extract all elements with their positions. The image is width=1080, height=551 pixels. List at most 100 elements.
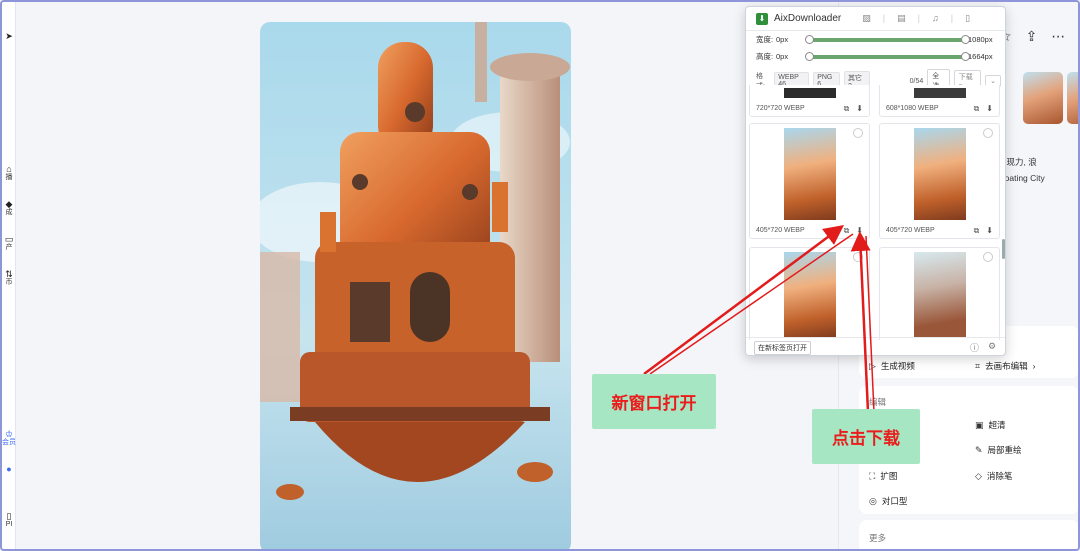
image-card[interactable]: 405*720 WEBP ⧉ ⬇	[749, 123, 870, 239]
video-tab-icon[interactable]: ▤	[896, 13, 907, 24]
top-actions: ☆ ⇪ ⋯	[999, 28, 1065, 45]
download-icon[interactable]: ⬇	[856, 104, 863, 114]
canvas-edit-label: 去画布编辑	[985, 361, 1028, 371]
download-icon[interactable]: ⬇	[986, 226, 993, 236]
callout-new-window: 新窗口打开	[592, 374, 716, 429]
rail-item-member[interactable]: ♔ 会员	[2, 430, 16, 447]
slider-handle-min[interactable]	[805, 51, 814, 61]
open-new-tab-icon[interactable]: ⧉	[844, 226, 850, 236]
eraser-label: 消除笔	[986, 471, 1013, 481]
height-filter: 高度: 0px 1664px	[756, 51, 993, 62]
slider-handle-max[interactable]	[961, 34, 970, 44]
lip-sync-button[interactable]: ◎ 对口型	[869, 495, 907, 507]
rail-item-label: 币	[5, 279, 13, 286]
download-label: 下载	[958, 74, 973, 81]
image-card[interactable]: 608*1080 WEBP ⧉ ⬇	[879, 85, 1000, 117]
generate-video-button[interactable]: ▷ 生成视频	[869, 360, 915, 372]
selected-count: 0/54	[909, 77, 924, 85]
share-icon[interactable]: ⇪	[1026, 28, 1038, 45]
floating-city-illustration	[260, 22, 571, 549]
chevron-right-icon: ›	[1032, 361, 1036, 371]
slider-handle-max[interactable]	[961, 51, 970, 61]
rail-item-api[interactable]: ▯ PI	[2, 512, 16, 529]
grid-icon: ⌗	[975, 360, 981, 371]
hd-button[interactable]: ▣ 超清	[975, 419, 1006, 431]
hd-label: 超清	[988, 420, 1006, 430]
expand-label: 扩图	[880, 471, 898, 481]
popup-footer: 在新标签页打开 ⓘ ⚙	[746, 337, 1005, 355]
swap-icon: ⇅	[5, 269, 13, 279]
grid-scrollbar[interactable]	[1002, 239, 1005, 259]
width-min: 0px	[776, 35, 789, 44]
height-slider[interactable]	[805, 51, 970, 61]
diamond-icon: ◆	[5, 199, 13, 209]
eye-icon: ◎	[869, 495, 877, 506]
eraser-icon: ◇	[975, 470, 982, 481]
app-window: ➤ ⌂ 播 ◆ 成 ▭ 产 ⇅ 币 ♔ 会员 ● ▯ PI ⇪ ⋯ 极致表现力,…	[0, 0, 1080, 551]
home-icon: ⌂	[6, 164, 12, 174]
rail-item-home[interactable]: ⌂ 播	[2, 165, 16, 182]
rail-item-coins[interactable]: ⇅ 币	[2, 270, 16, 287]
edit-header: 编辑	[869, 397, 887, 407]
canvas-edit-button[interactable]: ⌗ 去画布编辑 ›	[975, 360, 1035, 372]
doc-icon: ▯	[6, 511, 12, 521]
expand-button[interactable]: ⛶ 扩图	[869, 470, 897, 482]
image-card[interactable]: 720*720 WEBP ⧉ ⬇	[749, 85, 870, 117]
popup-header: ⬇ AixDownloader ▨ | ▤ | ♫ | ▯	[746, 7, 1005, 31]
more-card[interactable]: 更多	[859, 520, 1078, 549]
download-icon[interactable]: ⬇	[986, 104, 993, 114]
callout-new-window-text: 新窗口打开	[611, 394, 697, 413]
slider-handle-min[interactable]	[805, 34, 814, 44]
aixdownloader-popup: ⬇ AixDownloader ▨ | ▤ | ♫ | ▯ 宽度: 0px 1080p…	[745, 6, 1006, 356]
image-meta: 608*1080 WEBP	[886, 105, 939, 112]
more-icon[interactable]: ⋯	[1051, 28, 1065, 45]
rail-item-label: 产	[5, 244, 13, 251]
eraser-button[interactable]: ◇ 消除笔	[975, 470, 1012, 482]
avatar[interactable]: ●	[2, 465, 16, 474]
rail-item-assets[interactable]: ▭ 产	[2, 235, 16, 252]
width-slider[interactable]	[805, 34, 970, 44]
generate-video-label: 生成视频	[880, 361, 915, 371]
more-label: 更多	[869, 533, 887, 543]
api-label: PI	[5, 521, 13, 528]
open-new-tab-icon[interactable]: ⧉	[844, 104, 850, 114]
generated-artwork[interactable]	[260, 22, 571, 549]
brush-icon: ✎	[975, 444, 983, 455]
download-icon[interactable]: ⬇	[856, 226, 863, 236]
height-min: 0px	[776, 52, 789, 61]
select-radio[interactable]	[983, 252, 993, 262]
image-card[interactable]	[749, 247, 870, 340]
select-radio[interactable]	[853, 252, 863, 262]
thumbnail[interactable]	[1023, 72, 1063, 124]
image-tab-icon[interactable]: ▨	[861, 13, 872, 24]
expand-icon: ⛶	[869, 470, 876, 481]
callout-click-download-text: 点击下载	[832, 429, 900, 448]
rail-item-label: 播	[5, 174, 13, 181]
hd-icon: ▣	[975, 419, 984, 430]
open-in-new-tab-button[interactable]: 在新标签页打开	[754, 341, 811, 355]
width-filter: 宽度: 0px 1080px	[756, 34, 993, 45]
redraw-button[interactable]: ✎ 局部重绘	[975, 444, 1022, 456]
select-radio[interactable]	[853, 128, 863, 138]
rail-item-generate[interactable]: ◆ 成	[2, 200, 16, 217]
select-radio[interactable]	[983, 128, 993, 138]
image-meta: 405*720 WEBP	[756, 227, 805, 234]
height-max: 1664px	[968, 52, 993, 61]
audio-tab-icon[interactable]: ♫	[931, 13, 940, 24]
open-new-tab-icon[interactable]: ⧉	[974, 104, 980, 114]
member-label: 会员	[2, 439, 16, 446]
download-logo-icon: ⬇	[756, 12, 768, 25]
play-icon: ▷	[869, 360, 876, 371]
extension-name: AixDownloader	[774, 13, 842, 24]
thumbnail[interactable]	[1067, 72, 1078, 124]
callout-click-download: 点击下载	[812, 409, 920, 464]
left-rail: ➤ ⌂ 播 ◆ 成 ▭ 产 ⇅ 币 ♔ 会员 ● ▯ PI	[2, 2, 16, 549]
open-new-tab-icon[interactable]: ⧉	[974, 226, 980, 236]
media-tabs: ▨ | ▤ | ♫ | ▯	[861, 13, 971, 24]
send-icon[interactable]: ➤	[2, 32, 16, 41]
info-icon[interactable]: ⓘ	[970, 341, 979, 354]
gear-icon[interactable]: ⚙	[988, 341, 996, 352]
image-card[interactable]	[879, 247, 1000, 340]
image-card[interactable]: 405*720 WEBP ⧉ ⬇	[879, 123, 1000, 239]
doc-tab-icon[interactable]: ▯	[964, 13, 971, 24]
